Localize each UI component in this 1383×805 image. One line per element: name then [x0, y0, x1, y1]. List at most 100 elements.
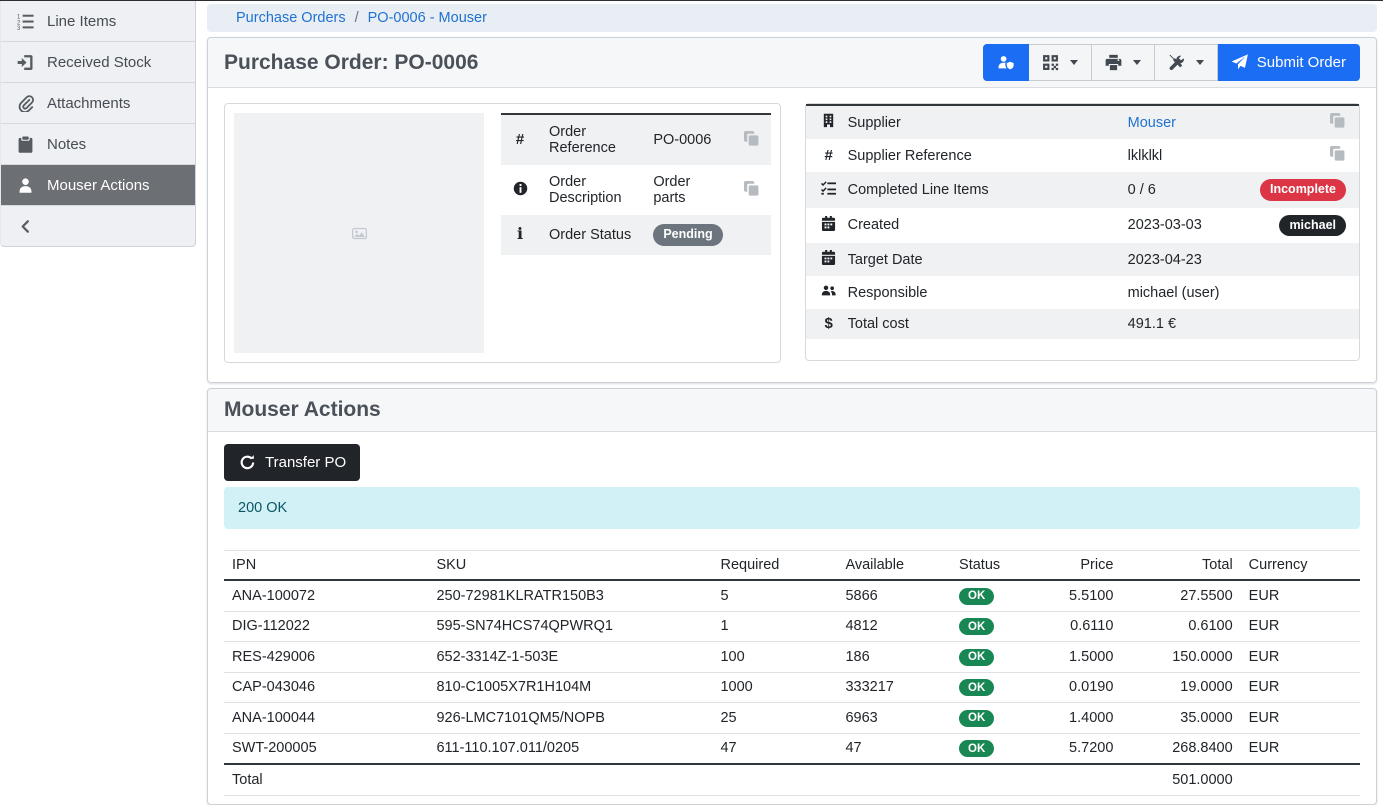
detail-value: 2023-04-23	[1118, 243, 1240, 276]
cell-total: 19.0000	[1121, 672, 1240, 703]
calendar-icon	[820, 216, 838, 231]
detail-label: Order Status	[539, 215, 643, 255]
status-alert: 200 OK	[224, 487, 1360, 529]
cell-available: 6963	[837, 703, 951, 734]
sidebar-item-label: Received Stock	[47, 54, 151, 71]
svg-text:3: 3	[17, 26, 21, 30]
cell-sku: 611-110.107.011/0205	[428, 733, 712, 764]
sidebar-collapse-button[interactable]	[1, 206, 195, 246]
cell-currency: EUR	[1241, 580, 1360, 611]
sidebar-item-received-stock[interactable]: Received Stock	[1, 42, 195, 83]
total-label: Total	[224, 764, 1121, 796]
sidebar-item-notes[interactable]: Notes	[1, 124, 195, 165]
order-image-placeholder[interactable]	[234, 113, 484, 353]
info-circle-icon	[511, 181, 529, 196]
column-header-total: Total	[1121, 551, 1240, 581]
cell-status: OK	[951, 672, 1048, 703]
panel-title: Mouser Actions	[224, 398, 381, 422]
ok-status-badge: OK	[959, 618, 994, 635]
cell-required: 1	[712, 611, 837, 642]
cell-sku: 595-SN74HCS74QPWRQ1	[428, 611, 712, 642]
cell-price: 1.5000	[1048, 642, 1122, 673]
caret-down-icon	[1070, 60, 1078, 65]
breadcrumb-link-purchase-orders[interactable]: Purchase Orders	[236, 10, 346, 26]
detail-value: Pending	[643, 215, 732, 255]
cell-sku: 652-3314Z-1-503E	[428, 642, 712, 673]
ok-status-badge: OK	[959, 679, 994, 696]
cell-sku: 926-LMC7101QM5/NOPB	[428, 703, 712, 734]
cell-currency: EUR	[1241, 611, 1360, 642]
cell-status: OK	[951, 703, 1048, 734]
cell-available: 5866	[837, 580, 951, 611]
cell-status: OK	[951, 580, 1048, 611]
ok-status-badge: OK	[959, 740, 994, 757]
copy-icon[interactable]	[1328, 113, 1346, 128]
clipboard-icon	[16, 136, 34, 153]
detail-row-target-date: Target Date2023-04-23	[806, 243, 1359, 276]
purchase-order-panel-body: #Order ReferencePO-0006Order Description…	[208, 88, 1376, 382]
barcode-menu-button[interactable]	[1029, 44, 1092, 81]
cell-available: 4812	[837, 611, 951, 642]
order-actions-menu-button[interactable]	[1155, 44, 1218, 81]
cell-ipn: CAP-043046	[224, 672, 428, 703]
sidebar-item-attachments[interactable]: Attachments	[1, 83, 195, 124]
table-total-row: Total501.0000	[224, 764, 1360, 796]
image-icon	[350, 226, 368, 241]
sidebar-item-line-items[interactable]: 123Line Items	[1, 1, 195, 42]
cell-total: 150.0000	[1121, 642, 1240, 673]
cell-available: 47	[837, 733, 951, 764]
copy-icon[interactable]	[1328, 146, 1346, 161]
table-row: CAP-043046810-C1005X7R1H104M1000333217OK…	[224, 672, 1360, 703]
cell-ipn: RES-429006	[224, 642, 428, 673]
detail-row-order-description: Order DescriptionOrder parts	[501, 165, 771, 215]
supplier-details-card: SupplierMouser#Supplier Referencelklklkl…	[805, 103, 1360, 361]
detail-value: Mouser	[1118, 105, 1240, 139]
detail-label: Completed Line Items	[838, 172, 1118, 208]
page-title: Purchase Order: PO-0006	[224, 51, 478, 75]
cell-currency: EUR	[1241, 733, 1360, 764]
detail-row-supplier: SupplierMouser	[806, 105, 1359, 139]
column-header-price: Price	[1048, 551, 1122, 581]
detail-row-order-reference: #Order ReferencePO-0006	[501, 114, 771, 165]
table-row: ANA-100044926-LMC7101QM5/NOPB256963OK1.4…	[224, 703, 1360, 734]
sidebar-item-label: Mouser Actions	[47, 177, 150, 194]
table-header-row: IPNSKURequiredAvailableStatusPriceTotalC…	[224, 551, 1360, 581]
detail-label: Responsible	[838, 276, 1118, 309]
cell-sku: 250-72981KLRATR150B3	[428, 580, 712, 611]
detail-value: 2023-03-03	[1118, 208, 1240, 244]
transfer-po-button[interactable]: Transfer PO	[224, 444, 360, 481]
copy-icon[interactable]	[743, 181, 761, 196]
detail-label: Target Date	[838, 243, 1118, 276]
detail-value: lklklkl	[1118, 139, 1240, 172]
sidebar-item-mouser-actions[interactable]: Mouser Actions	[1, 165, 195, 206]
cell-currency: EUR	[1241, 703, 1360, 734]
header-actions: Submit Order	[983, 44, 1360, 81]
table-row: RES-429006652-3314Z-1-503E100186OK1.5000…	[224, 642, 1360, 673]
calendar-icon	[820, 250, 838, 265]
detail-row-completed-line-items: Completed Line Items0 / 6Incomplete	[806, 172, 1359, 208]
column-header-ipn: IPN	[224, 551, 428, 581]
hashtag-icon: #	[820, 148, 838, 163]
cell-required: 47	[712, 733, 837, 764]
submit-order-button-label: Submit Order	[1257, 54, 1346, 71]
detail-value: PO-0006	[643, 114, 732, 165]
column-header-sku: SKU	[428, 551, 712, 581]
transfer-po-button-label: Transfer PO	[265, 454, 346, 471]
sidebar-item-label: Notes	[47, 136, 86, 153]
list-ordered-icon: 123	[16, 13, 34, 30]
admin-button[interactable]	[983, 44, 1029, 81]
mouser-actions-panel-body: Transfer PO 200 OK IPNSKURequiredAvailab…	[208, 432, 1376, 804]
order-details-table: #Order ReferencePO-0006Order Description…	[501, 113, 771, 255]
cell-ipn: DIG-112022	[224, 611, 428, 642]
supplier-link[interactable]: Mouser	[1128, 115, 1176, 131]
breadcrumb: Purchase Orders/PO-0006 - Mouser	[207, 4, 1377, 32]
print-menu-button[interactable]	[1092, 44, 1155, 81]
mouser-actions-panel-header: Mouser Actions	[208, 389, 1376, 432]
breadcrumb-link-po-0006-mouser[interactable]: PO-0006 - Mouser	[368, 10, 487, 26]
qrcode-icon	[1042, 54, 1060, 71]
copy-icon[interactable]	[743, 131, 761, 146]
submit-order-button[interactable]: Submit Order	[1218, 44, 1360, 81]
ok-status-badge: OK	[959, 649, 994, 666]
status-badge: Incomplete	[1260, 179, 1346, 201]
cell-price: 0.6110	[1048, 611, 1122, 642]
